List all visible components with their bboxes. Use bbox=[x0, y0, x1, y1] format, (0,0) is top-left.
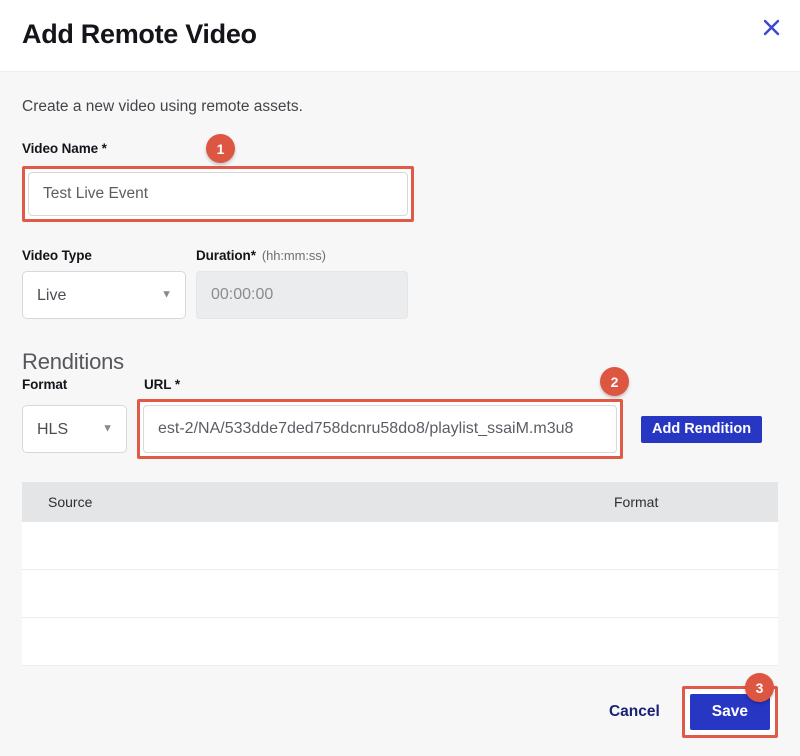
duration-input[interactable] bbox=[196, 271, 408, 319]
modal-body: Create a new video using remote assets. … bbox=[0, 72, 800, 756]
cell-source bbox=[22, 570, 588, 618]
modal-header: Add Remote Video bbox=[0, 0, 800, 72]
annotation-badge-3: 3 bbox=[745, 673, 774, 702]
format-select[interactable]: HLS bbox=[22, 405, 127, 453]
column-header-source: Source bbox=[22, 482, 588, 522]
renditions-section-title: Renditions bbox=[22, 349, 778, 375]
page-title: Add Remote Video bbox=[22, 19, 257, 50]
cell-source bbox=[22, 522, 588, 570]
cancel-button[interactable]: Cancel bbox=[597, 695, 672, 729]
table-row[interactable] bbox=[22, 570, 778, 618]
renditions-input-row: HLS ▼ Add Rendition bbox=[22, 399, 778, 459]
table-head: Source Format bbox=[22, 482, 778, 522]
add-rendition-button[interactable]: Add Rendition bbox=[641, 416, 762, 443]
cell-format bbox=[588, 522, 778, 570]
video-name-input[interactable] bbox=[28, 172, 408, 216]
format-label: Format bbox=[22, 377, 144, 392]
column-header-format: Format bbox=[588, 482, 778, 522]
video-name-label-row: Video Name * 1 bbox=[22, 140, 778, 158]
table-row[interactable] bbox=[22, 522, 778, 570]
duration-label-group: Duration* (hh:mm:ss) bbox=[196, 248, 326, 263]
format-select-wrap[interactable]: HLS ▼ bbox=[22, 405, 127, 453]
close-icon bbox=[763, 19, 780, 36]
annotation-badge-2: 2 bbox=[600, 367, 629, 396]
video-name-label: Video Name * bbox=[22, 141, 107, 156]
renditions-table: Source Format bbox=[22, 482, 778, 666]
video-type-label: Video Type bbox=[22, 248, 186, 263]
video-name-highlight bbox=[22, 166, 414, 222]
table-header-row: Source Format bbox=[22, 482, 778, 522]
cell-source bbox=[22, 618, 588, 666]
duration-hint: (hh:mm:ss) bbox=[262, 248, 326, 263]
intro-text: Create a new video using remote assets. bbox=[22, 72, 778, 116]
table-row[interactable] bbox=[22, 618, 778, 666]
url-label: URL * bbox=[144, 377, 180, 392]
duration-label: Duration* bbox=[196, 248, 256, 263]
renditions-label-row: Format URL * 2 bbox=[22, 377, 778, 392]
type-duration-row: Live ▼ bbox=[22, 271, 778, 319]
cell-format bbox=[588, 618, 778, 666]
video-type-select[interactable]: Live bbox=[22, 271, 186, 319]
cell-format bbox=[588, 570, 778, 618]
close-button[interactable] bbox=[756, 12, 786, 42]
table-body bbox=[22, 522, 778, 666]
url-highlight bbox=[137, 399, 623, 459]
video-type-select-wrap[interactable]: Live ▼ bbox=[22, 271, 186, 319]
annotation-badge-1: 1 bbox=[206, 134, 235, 163]
type-duration-label-row: Video Type Duration* (hh:mm:ss) bbox=[22, 248, 778, 263]
url-input[interactable] bbox=[143, 405, 617, 453]
